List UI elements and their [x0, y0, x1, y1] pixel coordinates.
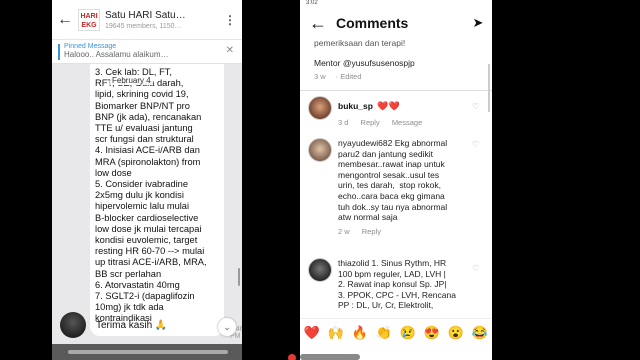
avatar[interactable] — [308, 138, 332, 162]
reply-button[interactable]: Reply — [361, 118, 380, 127]
emoji-reaction-2[interactable]: 🔥 — [352, 325, 368, 340]
scroll-down-icon[interactable]: ⌄ — [218, 318, 236, 336]
comment-username[interactable]: buku_sp — [338, 101, 373, 111]
emoji-reaction-5[interactable]: 😍 — [424, 325, 440, 340]
message-button[interactable]: Message — [392, 118, 422, 127]
comment-text: thiazolid 1. Sinus Rythm, HR 100 bpm reg… — [338, 258, 456, 311]
pinned-label: Pinned Message — [64, 43, 117, 50]
more-menu-icon[interactable]: ⋮ — [223, 13, 237, 27]
like-heart-icon[interactable]: ♡ — [472, 140, 479, 149]
comment-body: thiazolid 1. Sinus Rythm, HR 100 bpm reg… — [338, 258, 470, 311]
pinned-message-bar[interactable]: Pinned Message Halooo.. Assalamu alaikum… — [52, 40, 242, 64]
comment-text: nyayudewi682 Ekg abnormal paru2 dan jant… — [338, 138, 448, 223]
like-heart-icon[interactable]: ♡ — [472, 102, 479, 111]
comment-item: nyayudewi682 Ekg abnormal paru2 dan jant… — [308, 138, 484, 248]
message-bubble[interactable]: 3. Cek lab: DL, FT, RFT, SE, Gula darah,… — [90, 64, 224, 336]
emoji-reaction-0[interactable]: ❤️ — [304, 325, 320, 340]
group-avatar[interactable]: HARI EKG — [78, 8, 100, 31]
chat-header: ← HARI EKG Satu HARI Satu… 19645 members… — [52, 0, 242, 40]
comment-body: buku_sp ❤️❤️ 3 d Reply Message — [338, 96, 470, 127]
emoji-reaction-1[interactable]: 🙌 — [328, 325, 344, 340]
divider — [300, 90, 492, 91]
scrollbar[interactable] — [238, 268, 240, 286]
date-badge: February 4 — [110, 76, 153, 85]
message-text: 3. Cek lab: DL, FT, RFT, SE, Gula darah,… — [95, 67, 207, 324]
comment-age: 2 w — [338, 226, 350, 236]
like-heart-icon[interactable]: ♡ — [472, 264, 479, 273]
chat-title: Satu HARI Satu… — [105, 9, 186, 21]
input-bar[interactable] — [52, 344, 242, 360]
send-icon[interactable]: ➤ — [464, 15, 492, 31]
caption-meta: 3 w · Edited — [314, 72, 372, 81]
caption-mentor: Mentor @yusufsusenospjp — [314, 58, 415, 68]
comments-header: ← Comments ➤ — [300, 6, 492, 40]
comment-meta: 2 w Reply — [338, 227, 470, 236]
instagram-screen: 3:02 ← Comments ➤ pemeriksaan dan terapi… — [300, 0, 492, 360]
emoji-bar: ❤️ 🙌 🔥 👏 😢 😍 😮 😂 — [300, 318, 492, 346]
back-arrow-icon[interactable]: ← — [52, 11, 78, 29]
reply-text: Terima kasih 🙏 — [96, 320, 168, 331]
comment-age: 3 d — [338, 118, 349, 127]
chat-title-block[interactable]: Satu HARI Satu… 19645 members, 1150… — [105, 10, 223, 30]
avatar[interactable] — [308, 96, 332, 120]
comment-line: buku_sp ❤️❤️ — [338, 96, 470, 114]
back-arrow-icon[interactable]: ← — [300, 13, 336, 34]
record-dot-icon — [288, 354, 296, 360]
telegram-screen: ← HARI EKG Satu HARI Satu… 19645 members… — [52, 0, 242, 360]
comment-item: buku_sp ❤️❤️ 3 d Reply Message ♡ — [308, 96, 484, 127]
chat-subtitle: 19645 members, 1150… — [105, 22, 182, 30]
comment-body: nyayudewi682 Ekg abnormal paru2 dan jant… — [338, 138, 470, 236]
avatar[interactable] — [308, 258, 332, 282]
comment-meta: 3 d Reply Message — [338, 118, 470, 127]
close-icon[interactable]: ✕ — [226, 45, 234, 56]
comment-item: thiazolid 1. Sinus Rythm, HR 100 bpm reg… — [308, 258, 484, 318]
emoji-reaction-7[interactable]: 😂 — [472, 325, 488, 340]
reply-button[interactable]: Reply — [362, 227, 381, 236]
emoji-reaction-4[interactable]: 😢 — [400, 325, 416, 340]
caption-partial: pemeriksaan dan terapi! — [314, 38, 406, 48]
page-title: Comments — [336, 15, 409, 31]
pinned-text: Halooo.. Assalamu alaikum… — [64, 50, 169, 59]
caption-edited: · Edited — [335, 72, 362, 81]
reply-bubble[interactable]: Terima kasih 🙏 — [90, 318, 224, 338]
scrollbar[interactable] — [488, 64, 490, 112]
emoji-reaction-3[interactable]: 👏 — [376, 325, 392, 340]
comment-text: ❤️❤️ — [377, 101, 400, 111]
avatar[interactable] — [60, 312, 86, 338]
emoji-reaction-6[interactable]: 😮 — [448, 325, 464, 340]
home-indicator — [300, 354, 360, 360]
caption-age: 3 w — [314, 72, 326, 81]
